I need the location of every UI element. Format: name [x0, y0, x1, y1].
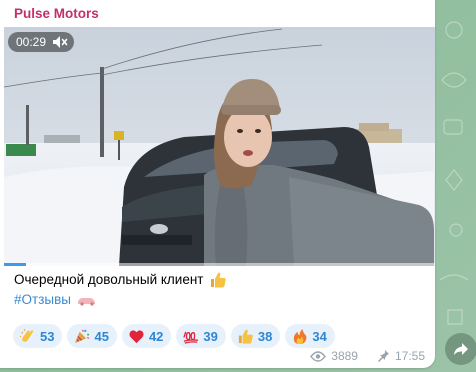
reaction-party[interactable]: 45: [67, 324, 117, 348]
hashtag-link[interactable]: #Отзывы: [14, 290, 71, 310]
video-player[interactable]: [4, 27, 435, 266]
video-duration: 00:29: [16, 35, 47, 49]
view-count: 3889: [331, 349, 358, 363]
reaction-count: 39: [203, 328, 218, 344]
pin-icon: [377, 350, 389, 362]
thumbs-up-emoji: [210, 272, 226, 288]
car-emoji: [77, 298, 95, 306]
party-popper-emoji: [75, 329, 90, 343]
forward-arrow-icon: [454, 343, 468, 355]
reaction-count: 34: [312, 328, 327, 344]
channel-name[interactable]: Pulse Motors: [14, 6, 99, 22]
red-heart-emoji: [129, 329, 144, 343]
reaction-heart[interactable]: 42: [121, 324, 172, 348]
reaction-count: 42: [148, 328, 164, 344]
reaction-thumbs-up[interactable]: 38: [230, 324, 281, 348]
caption-text: Очередной довольный клиент: [14, 272, 204, 287]
thumbs-up-emoji: [238, 329, 253, 344]
hundred-points-emoji: [183, 331, 199, 344]
muted-speaker-icon[interactable]: [52, 35, 68, 49]
message-meta: 3889 17:55: [310, 349, 425, 363]
clap-emoji: [19, 328, 34, 342]
video-progress-fill: [4, 263, 26, 266]
video-frame: [4, 27, 435, 266]
reactions-bar: 53 45 42 39 38 34: [13, 324, 335, 348]
reaction-fire[interactable]: 34: [285, 324, 335, 348]
message-caption: Очередной довольный клиент #Отзывы: [14, 270, 424, 310]
chat-background-pattern: [439, 21, 469, 325]
eye-icon: [310, 350, 327, 362]
reaction-clap[interactable]: 53: [13, 324, 63, 348]
reaction-count: 38: [257, 328, 273, 344]
video-progress-bar[interactable]: [4, 263, 435, 266]
reaction-count: 53: [40, 328, 55, 344]
forward-button[interactable]: [445, 333, 476, 365]
reaction-count: 45: [94, 328, 109, 344]
reaction-hundred[interactable]: 39: [176, 324, 226, 348]
message-time: 17:55: [394, 349, 425, 363]
fire-emoji: [294, 328, 307, 344]
message-bubble: Pulse Motors 00:29 Очередной довольный к…: [0, 0, 435, 368]
video-duration-badge[interactable]: 00:29: [8, 32, 75, 52]
